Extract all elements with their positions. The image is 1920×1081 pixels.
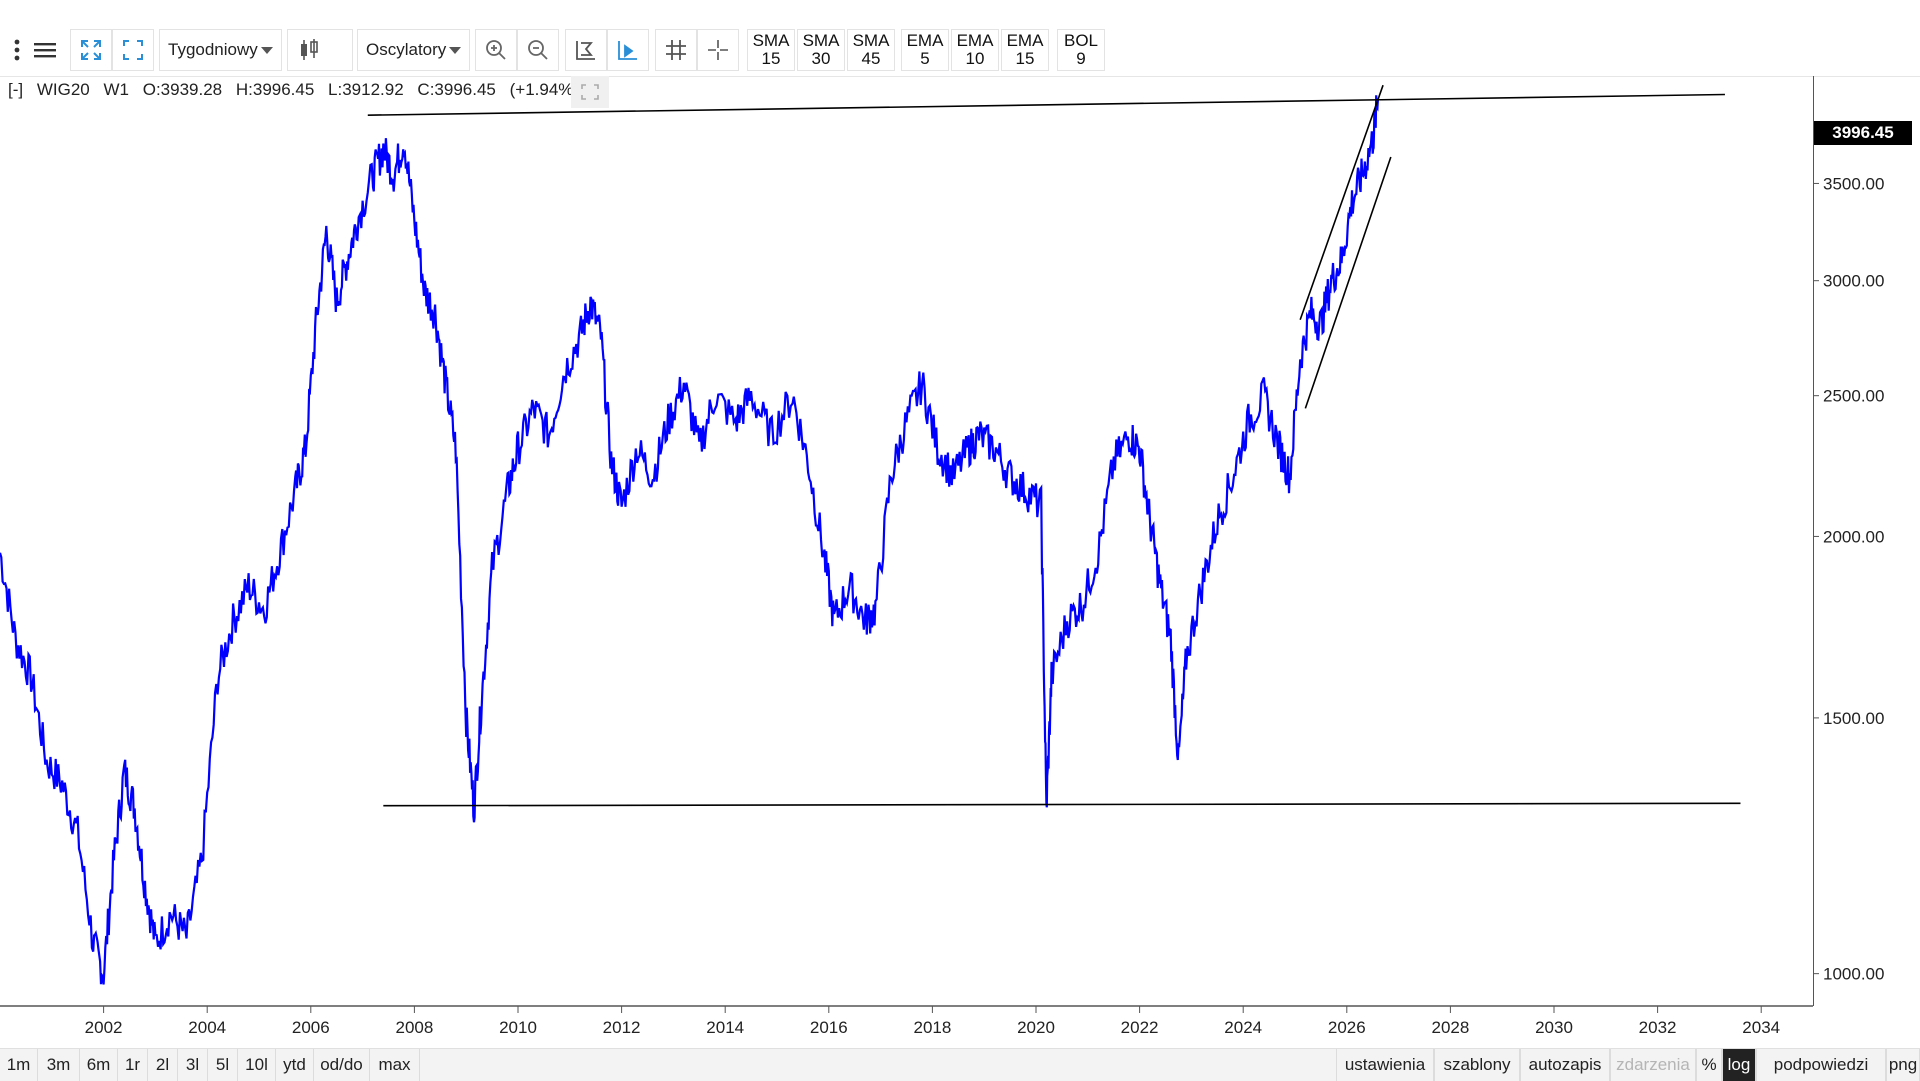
zoom-in-icon[interactable] — [475, 29, 517, 71]
indicator-period: 45 — [861, 49, 881, 68]
indicator-sma-45[interactable]: SMA 45 — [847, 29, 895, 71]
x-tick-label: 2026 — [1328, 1018, 1366, 1037]
crosshair-icon[interactable] — [697, 29, 739, 71]
zoom-out-icon[interactable] — [517, 29, 559, 71]
x-tick-label: 2002 — [85, 1018, 123, 1037]
x-tick-label: 2008 — [395, 1018, 433, 1037]
x-tick-label: 2012 — [603, 1018, 641, 1037]
fullscreen-expand-icon[interactable] — [70, 29, 112, 71]
indicator-name: SMA — [852, 31, 890, 50]
ustawienia-button[interactable]: ustawienia — [1336, 1049, 1434, 1081]
range-10l[interactable]: 10l — [238, 1049, 276, 1081]
last-price-label: 3996.45 — [1814, 121, 1912, 145]
price-series-line — [0, 95, 1379, 985]
indicator-name: EMA — [1006, 31, 1044, 50]
price-chart[interactable]: 1000.00 1500.00 2000.00 2500.00 3000.00 3500.… — [0, 76, 1920, 1048]
x-tick-label: 2020 — [1017, 1018, 1055, 1037]
x-tick-label: 2032 — [1639, 1018, 1677, 1037]
indicator-name: SMA — [802, 31, 840, 50]
period-dropdown[interactable]: Tygodniowy — [159, 29, 282, 71]
indicator-period: 10 — [965, 49, 985, 68]
indicator-name: EMA — [956, 31, 994, 50]
indicator-period: 30 — [811, 49, 831, 68]
indicator-name: SMA — [752, 31, 790, 50]
chevron-down-icon — [449, 47, 461, 54]
indicator-period: 9 — [1076, 49, 1086, 68]
indicator-bol-9[interactable]: BOL 9 — [1057, 29, 1105, 71]
indicator-name: EMA — [906, 31, 944, 50]
indicator-sma-30[interactable]: SMA 30 — [797, 29, 845, 71]
chart-type-dropdown[interactable] — [287, 29, 353, 71]
percent-button[interactable]: % — [1696, 1049, 1722, 1081]
indicator-period: 15 — [1015, 49, 1035, 68]
trendline-1 — [367, 93, 1725, 116]
x-tick-label: 2018 — [913, 1018, 951, 1037]
y-tick-label: 3000.00 — [1823, 272, 1884, 291]
menu-icon[interactable] — [30, 29, 60, 71]
indicator-ema-10[interactable]: EMA 10 — [951, 29, 999, 71]
range-6m[interactable]: 6m — [80, 1049, 118, 1081]
candlestick-icon — [301, 39, 318, 60]
x-tick-label: 2030 — [1535, 1018, 1573, 1037]
log-button[interactable]: log — [1722, 1049, 1756, 1081]
trendline-2 — [383, 802, 1741, 807]
range-ytd[interactable]: ytd — [276, 1049, 314, 1081]
indicator-sma-15[interactable]: SMA 15 — [747, 29, 795, 71]
indicator-ema-5[interactable]: EMA 5 — [901, 29, 949, 71]
chevron-down-icon — [261, 47, 273, 54]
zdarzenia-button[interactable]: zdarzenia — [1610, 1049, 1696, 1081]
y-tick-label: 1500.00 — [1823, 709, 1884, 728]
szablony-button[interactable]: szablony — [1434, 1049, 1520, 1081]
x-tick-label: 2024 — [1224, 1018, 1262, 1037]
trendline-4 — [1304, 156, 1392, 409]
x-tick-label: 2006 — [292, 1018, 330, 1037]
podpowiedzi-button[interactable]: podpowiedzi — [1756, 1049, 1886, 1081]
range-5l[interactable]: 5l — [208, 1049, 238, 1081]
range-3m[interactable]: 3m — [38, 1049, 80, 1081]
fit-screen-icon[interactable] — [112, 29, 154, 71]
y-tick-label: 3500.00 — [1823, 174, 1884, 193]
y-tick-label: 2500.00 — [1823, 387, 1884, 406]
toolbar: Tygodniowy Oscylatory SMA 15 SMA 30 SMA 45 EMA… — [0, 0, 1920, 77]
more-vert-icon[interactable] — [8, 29, 26, 71]
y-tick-label: 1000.00 — [1823, 965, 1884, 984]
range-od-do[interactable]: od/do — [314, 1049, 370, 1081]
reset-scale-icon[interactable] — [565, 29, 607, 71]
x-tick-label: 2004 — [188, 1018, 226, 1037]
oscillators-dropdown[interactable]: Oscylatory — [357, 29, 470, 71]
bottom-bar: 1m 3m 6m 1r 2l 3l 5l 10l ytd od/do max ustawienia sz… — [0, 1048, 1920, 1081]
range-max[interactable]: max — [370, 1049, 420, 1081]
oscillators-label: Oscylatory — [366, 40, 447, 59]
x-tick-label: 2016 — [810, 1018, 848, 1037]
autozapis-button[interactable]: autozapis — [1520, 1049, 1610, 1081]
x-tick-label: 2014 — [706, 1018, 744, 1037]
range-1m[interactable]: 1m — [0, 1049, 38, 1081]
range-3l[interactable]: 3l — [178, 1049, 208, 1081]
x-tick-label: 2034 — [1742, 1018, 1780, 1037]
x-tick-label: 2028 — [1431, 1018, 1469, 1037]
x-tick-label: 2022 — [1121, 1018, 1159, 1037]
range-2l[interactable]: 2l — [148, 1049, 178, 1081]
indicator-name: BOL — [1063, 31, 1099, 50]
x-tick-label: 2010 — [499, 1018, 537, 1037]
indicator-period: 5 — [920, 49, 930, 68]
indicator-period: 15 — [761, 49, 781, 68]
png-button[interactable]: png — [1886, 1049, 1920, 1081]
scroll-to-end-icon[interactable] — [607, 29, 649, 71]
grid-icon[interactable] — [655, 29, 697, 71]
trendline-3 — [1299, 84, 1384, 320]
range-1r[interactable]: 1r — [118, 1049, 148, 1081]
price-axis — [1813, 76, 1814, 1006]
y-tick-label: 2000.00 — [1823, 527, 1884, 546]
period-label: Tygodniowy — [168, 40, 258, 59]
indicator-ema-15[interactable]: EMA 15 — [1001, 29, 1049, 71]
